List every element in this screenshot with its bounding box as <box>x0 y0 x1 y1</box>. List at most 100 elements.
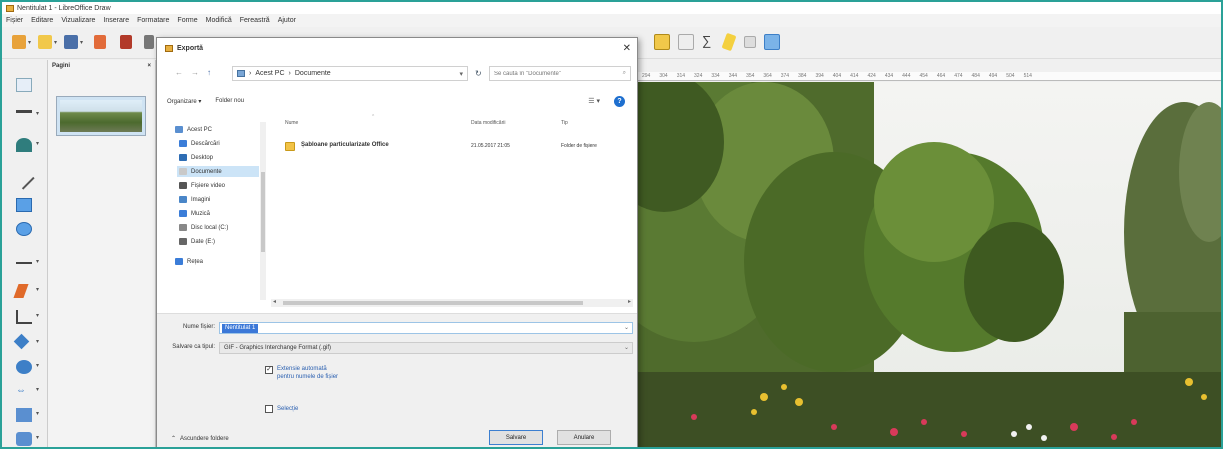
flowchart-icon[interactable] <box>16 408 32 422</box>
arrow-line-icon[interactable] <box>16 256 32 264</box>
menu-file[interactable]: Fișier <box>6 17 23 24</box>
print-icon[interactable] <box>144 35 154 49</box>
nav-item-data-drive[interactable]: Date (E:) <box>177 236 259 247</box>
pages-pane-close-icon[interactable]: × <box>147 63 151 69</box>
symbol-shapes-icon[interactable] <box>16 360 32 374</box>
dialog-close-icon[interactable]: ✕ <box>623 43 631 54</box>
menu-insert[interactable]: Inserare <box>103 17 129 24</box>
selection-label[interactable]: Selecție <box>277 405 298 413</box>
open-icon[interactable] <box>38 35 52 49</box>
horizontal-scrollbar-thumb[interactable] <box>283 301 583 305</box>
auto-extension-checkbox[interactable]: ✓ <box>265 366 273 374</box>
fontwork-icon[interactable]: ∑ <box>702 34 718 50</box>
export-icon[interactable] <box>94 35 106 49</box>
breadcrumb-documents[interactable]: Documente <box>295 70 331 77</box>
export-pdf-icon[interactable] <box>120 35 132 49</box>
curve-icon[interactable] <box>13 284 29 298</box>
search-box[interactable]: ⌕ <box>489 66 631 81</box>
filetype-dropdown-icon[interactable]: ⌄ <box>624 343 629 353</box>
menu-modify[interactable]: Modifică <box>206 17 232 24</box>
grid-icon[interactable] <box>744 36 756 48</box>
callouts-icon[interactable] <box>16 432 32 446</box>
frame-icon[interactable] <box>678 34 694 50</box>
nav-item-desktop[interactable]: Desktop <box>177 152 259 163</box>
drawing-canvas[interactable] <box>634 82 1221 447</box>
hide-folders-toggle[interactable]: ⌃ Ascundere foldere <box>171 435 229 443</box>
scroll-left-icon[interactable]: ◂ <box>273 298 276 305</box>
search-input[interactable] <box>494 70 612 77</box>
nav-item-local-disk[interactable]: Disc local (C:) <box>177 222 259 233</box>
helplines-icon[interactable] <box>764 34 780 50</box>
menu-help[interactable]: Ajutor <box>278 17 296 24</box>
basic-shapes-dropdown-icon[interactable]: ▾ <box>36 338 39 345</box>
image-icon[interactable] <box>654 34 670 50</box>
forward-icon[interactable]: → <box>191 68 199 77</box>
callouts-dropdown-icon[interactable]: ▾ <box>36 434 39 441</box>
nav-scrollbar[interactable] <box>260 122 266 300</box>
nav-scrollbar-thumb[interactable] <box>261 172 265 252</box>
selection-checkbox[interactable] <box>265 405 273 413</box>
menu-view[interactable]: Vizualizare <box>61 17 95 24</box>
connector-icon[interactable] <box>16 310 32 324</box>
help-icon[interactable]: ? <box>614 95 625 107</box>
ellipse-icon[interactable] <box>16 222 32 236</box>
filetype-select[interactable]: GIF - Graphics Interchange Format (.gif)… <box>219 342 633 354</box>
menu-edit[interactable]: Editare <box>31 17 53 24</box>
draw-pen-icon[interactable] <box>721 32 737 52</box>
nav-item-documents[interactable]: Documente <box>177 166 259 177</box>
save-icon[interactable] <box>64 35 78 49</box>
fill-color-dropdown-icon[interactable]: ▾ <box>36 140 39 147</box>
open-dropdown-icon[interactable]: ▾ <box>54 39 57 46</box>
address-dropdown-icon[interactable]: ▾ <box>459 70 463 78</box>
horizontal-scrollbar[interactable]: ◂ ▸ <box>271 299 633 307</box>
new-icon[interactable] <box>12 35 26 49</box>
file-row[interactable]: Șabloane particularizate Office 21.05.20… <box>271 140 631 152</box>
address-bar[interactable]: › Acest PC › Documente ▾ <box>232 66 468 81</box>
connector-dropdown-icon[interactable]: ▾ <box>36 312 39 319</box>
up-icon[interactable]: ↑ <box>207 68 211 77</box>
basic-shapes-icon[interactable] <box>13 333 30 350</box>
page-thumbnail[interactable] <box>56 96 146 136</box>
save-button[interactable]: Salvare <box>489 430 543 445</box>
nav-item-network[interactable]: Rețea <box>173 256 255 267</box>
block-arrows-icon[interactable]: ⇔ <box>16 384 32 398</box>
nav-item-music[interactable]: Muzică <box>177 208 259 219</box>
nav-item-videos[interactable]: Fișiere video <box>177 180 259 191</box>
select-icon[interactable] <box>16 78 32 92</box>
menu-format[interactable]: Formatare <box>137 17 169 24</box>
line-icon[interactable] <box>13 168 35 190</box>
organize-button[interactable]: Organizare ▾ <box>167 98 201 105</box>
view-options-icon[interactable]: ☰ ▾ <box>588 97 600 105</box>
column-type[interactable]: Tip <box>561 120 568 126</box>
nav-item-this-pc[interactable]: Acest PC <box>173 124 255 135</box>
auto-extension-label[interactable]: Extensie automată pentru numele de fișie… <box>277 365 341 381</box>
cancel-button[interactable]: Anulare <box>557 430 611 445</box>
new-dropdown-icon[interactable]: ▾ <box>28 39 31 46</box>
symbol-shapes-dropdown-icon[interactable]: ▾ <box>36 362 39 369</box>
command-bar: Organizare ▾ Folder nou ☰ ▾ ? <box>157 93 637 109</box>
breadcrumb-this-pc[interactable]: Acest PC <box>255 70 284 77</box>
menu-window[interactable]: Fereastră <box>240 17 270 24</box>
save-dropdown-icon[interactable]: ▾ <box>80 39 83 46</box>
curve-dropdown-icon[interactable]: ▾ <box>36 286 39 293</box>
rectangle-icon[interactable] <box>16 198 32 212</box>
menu-shapes[interactable]: Forme <box>177 17 197 24</box>
fill-color-icon[interactable] <box>16 138 32 152</box>
column-name[interactable]: Nume <box>285 120 298 126</box>
back-icon[interactable]: ← <box>175 68 183 77</box>
line-color-icon[interactable] <box>16 110 32 113</box>
arrow-line-dropdown-icon[interactable]: ▾ <box>36 258 39 265</box>
search-icon[interactable]: ⌕ <box>623 70 626 77</box>
filename-field[interactable]: Nentitulat 1 ⌄ <box>219 322 633 334</box>
scroll-right-icon[interactable]: ▸ <box>628 298 631 305</box>
filename-value[interactable]: Nentitulat 1 <box>222 324 259 333</box>
new-folder-button[interactable]: Folder nou <box>215 98 244 104</box>
filename-dropdown-icon[interactable]: ⌄ <box>624 324 629 331</box>
line-color-dropdown-icon[interactable]: ▾ <box>36 110 39 117</box>
refresh-icon[interactable]: ↻ <box>475 69 482 78</box>
column-date[interactable]: Data modificării <box>471 120 505 126</box>
flowchart-dropdown-icon[interactable]: ▾ <box>36 410 39 417</box>
nav-item-pictures[interactable]: Imagini <box>177 194 259 205</box>
nav-item-downloads[interactable]: Descărcări <box>177 138 259 149</box>
block-arrows-dropdown-icon[interactable]: ▾ <box>36 386 39 393</box>
